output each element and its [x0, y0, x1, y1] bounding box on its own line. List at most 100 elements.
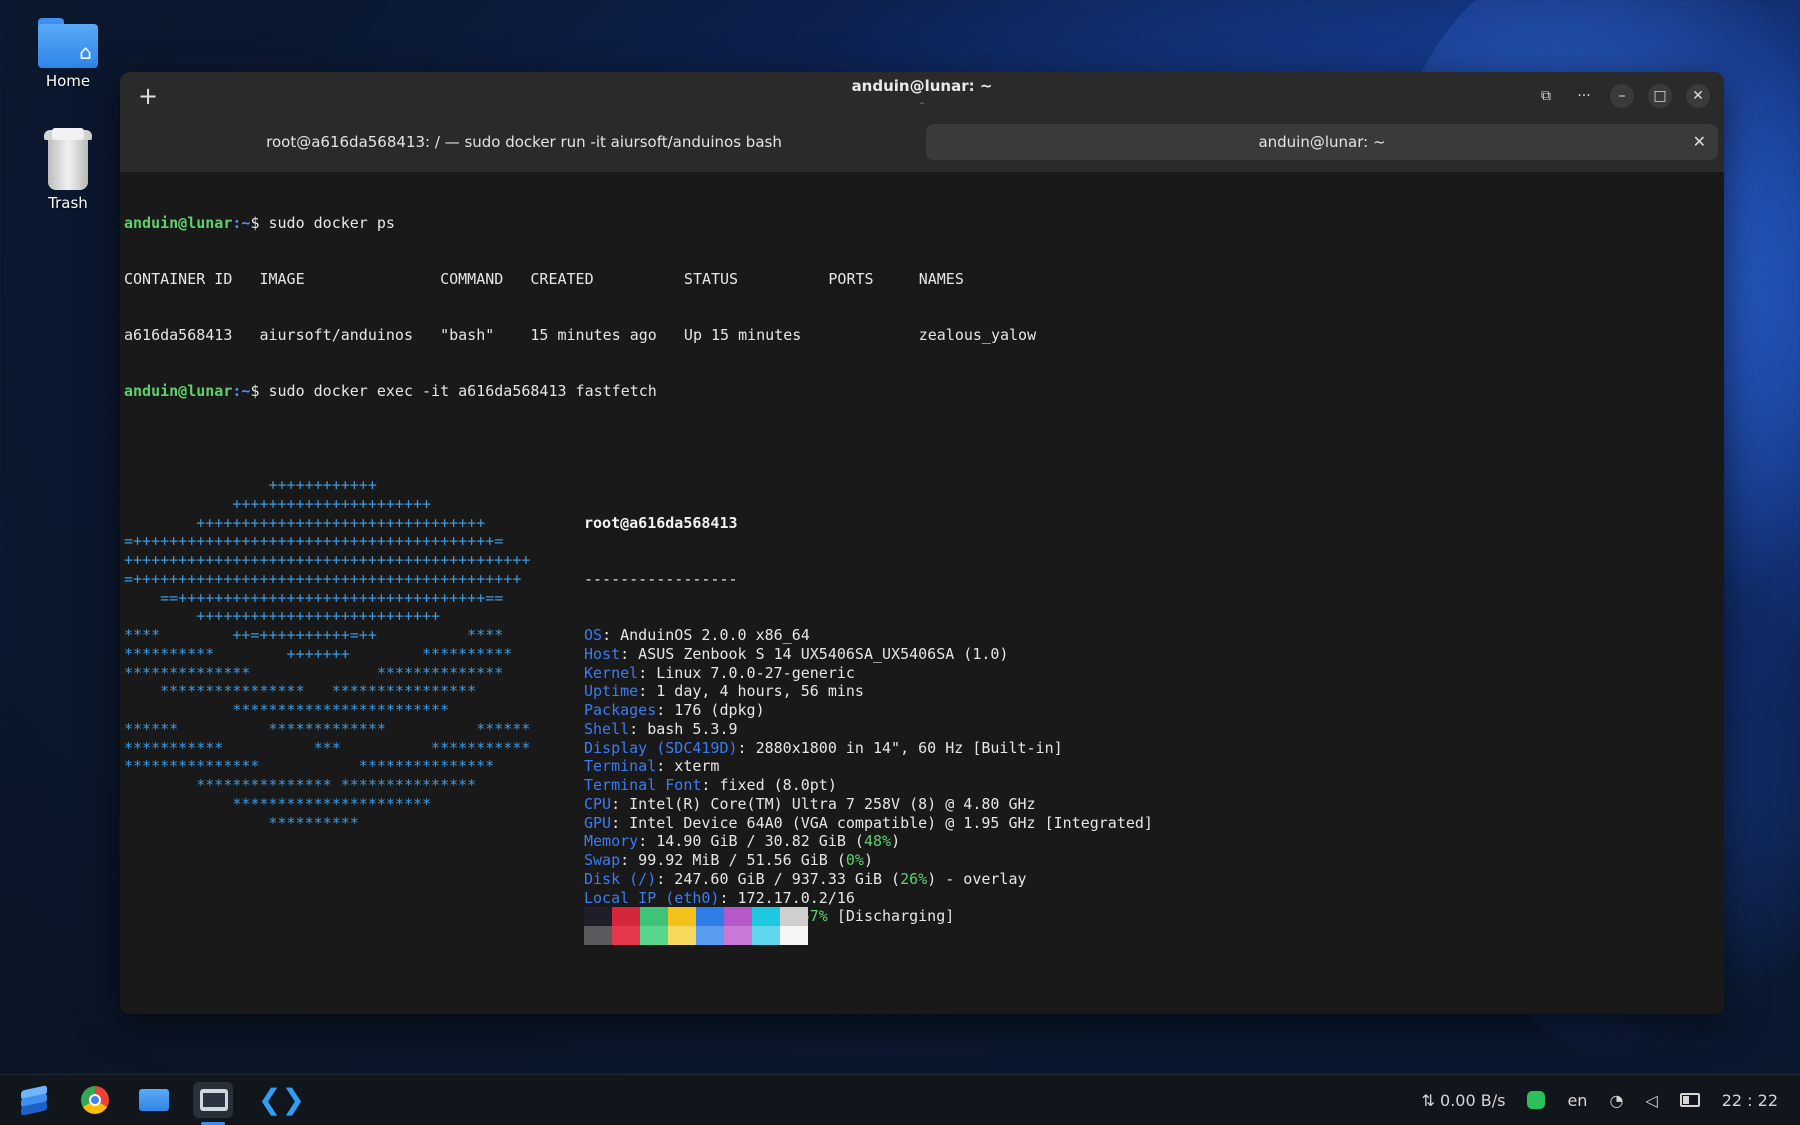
files-icon [139, 1089, 169, 1111]
info-value-pct: 0% [845, 851, 864, 869]
info-value-pct: 26% [900, 869, 928, 888]
tab-anduin-home-label: anduin@lunar: ~ [1258, 133, 1386, 151]
ascii-art-line: =+++++++++++++++++++++++++++++++++++++++… [124, 532, 504, 551]
minimize-button[interactable]: – [1610, 84, 1634, 108]
prompt-user: anduin@lunar [124, 382, 233, 401]
ascii-art-line: ************************ [124, 701, 450, 719]
fastfetch-info-row: CPU: Intel(R) Core(TM) Ultra 7 258V (8) … [584, 795, 1153, 814]
desktop-trash-icon[interactable]: Trash [23, 128, 113, 212]
color-palette [584, 907, 808, 946]
info-key: Kernel [584, 663, 639, 682]
info-value-post: ) - overlay [927, 869, 1027, 888]
info-key: Swap [584, 851, 621, 869]
info-value-pre: : 99.92 MiB / 51.56 GiB ( [620, 851, 846, 869]
ascii-art-line: ++++++++++++++++++++++++++++++++++++++++… [124, 551, 531, 569]
fastfetch-ascii-art: ++++++++++++ ++++++++++++++++++++++ ++++… [124, 476, 530, 832]
terminal-line-cmd1: anduin@lunar:~$ sudo docker ps [124, 214, 1720, 233]
ascii-art-line: **** ++=++++++++++=++ **** [124, 626, 504, 644]
app-launcher-icon [21, 1085, 47, 1116]
clock[interactable]: 22 : 22 [1722, 1091, 1778, 1110]
fastfetch-block: ++++++++++++ ++++++++++++++++++++++ ++++… [124, 476, 1720, 944]
terminal-window: + anduin@lunar: ~ – ⧉ ··· – □ ✕ root@a61… [120, 72, 1724, 1014]
info-key: Memory [584, 832, 639, 851]
prompt-path: :~ [232, 382, 251, 401]
trash-bin-icon [44, 128, 92, 190]
prompt-user: anduin@lunar [124, 213, 233, 232]
palette-swatch [640, 907, 668, 927]
taskbar-app-launcher[interactable] [13, 1082, 53, 1118]
info-key: Disk (/) [584, 869, 657, 888]
desktop-trash-label: Trash [48, 194, 88, 212]
fastfetch-info-row: Display (SDC419D): 2880x1800 in 14", 60 … [584, 739, 1153, 758]
palette-swatch [668, 907, 696, 927]
desktop-home-label: Home [45, 72, 91, 90]
volume-icon[interactable]: ◁ [1645, 1091, 1657, 1110]
info-value: : Intel Device 64A0 (VGA compatible) @ 1… [611, 813, 1153, 832]
info-value: : xterm [656, 757, 720, 776]
ascii-art-line: ++++++++++++++++++++++ [124, 494, 432, 513]
fastfetch-info-row: Memory: 14.90 GiB / 30.82 GiB (48%) [584, 832, 1153, 851]
tab-docker-run-label: root@a616da568413: / — sudo docker run -… [266, 133, 782, 151]
ascii-art-line: ==++++++++++++++++++++++++++++++++++== [124, 588, 504, 607]
ascii-art-line: *********** *** *********** [124, 738, 531, 757]
palette-swatch [752, 926, 780, 946]
palette-swatch [724, 926, 752, 946]
wifi-icon[interactable]: ◔ [1609, 1091, 1623, 1110]
ascii-art-line: ********** [124, 813, 359, 832]
info-key: Display (SDC419D) [584, 738, 738, 757]
palette-swatch [612, 926, 640, 946]
palette-swatch [584, 926, 612, 946]
ascii-art-line: **************** **************** [124, 682, 477, 701]
ascii-art-line: *************** *************** [124, 757, 495, 776]
info-value: : 2880x1800 in 14", 60 Hz [Built-in] [737, 738, 1063, 757]
close-button[interactable]: ✕ [1686, 84, 1710, 108]
info-value: : AnduinOS 2.0.0 x86_64 [602, 626, 810, 644]
fastfetch-info-row: Swap: 99.92 MiB / 51.56 GiB (0%) [584, 851, 1153, 870]
palette-swatch [696, 907, 724, 927]
ascii-art-line: ********** +++++++ ********** [124, 644, 513, 663]
info-value: : Linux 7.0.0-27-generic [638, 663, 855, 682]
palette-swatch [780, 907, 808, 927]
keyboard-language[interactable]: en [1567, 1091, 1587, 1110]
wechat-tray-icon[interactable] [1527, 1091, 1546, 1109]
layout-grid-icon[interactable]: ⧉ [1534, 84, 1558, 108]
terminal-output[interactable]: anduin@lunar:~$ sudo docker ps CONTAINER… [120, 172, 1724, 1014]
ascii-art-line: ++++++++++++ [124, 476, 377, 494]
fastfetch-info-row: Terminal: xterm [584, 757, 1153, 776]
command-fastfetch: sudo docker exec -it a616da568413 fastfe… [268, 382, 657, 401]
window-title: anduin@lunar: ~ [851, 77, 993, 95]
desktop-home-icon[interactable]: ⌂ Home [23, 18, 113, 90]
tab-anduin-home[interactable]: anduin@lunar: ~ ✕ [926, 124, 1718, 160]
taskbar-chrome[interactable] [75, 1082, 115, 1118]
more-options-icon[interactable]: ··· [1572, 84, 1596, 108]
palette-swatch [668, 926, 696, 946]
maximize-button[interactable]: □ [1648, 84, 1672, 108]
prompt-symbol: $ [250, 382, 269, 401]
prompt-symbol: $ [250, 213, 269, 232]
tab-close-icon[interactable]: ✕ [1693, 124, 1706, 160]
info-key: Terminal Font [584, 776, 702, 794]
info-value: : 172.17.0.2/16 [719, 888, 855, 907]
ascii-art-line: ****** ************* ****** [124, 719, 531, 738]
palette-swatch [696, 926, 724, 946]
info-key: Shell [584, 719, 630, 738]
palette-swatch [752, 907, 780, 927]
palette-swatch [640, 926, 668, 946]
fastfetch-info-row: GPU: Intel Device 64A0 (VGA compatible) … [584, 814, 1153, 833]
fastfetch-info-row: Uptime: 1 day, 4 hours, 56 mins [584, 682, 1153, 701]
info-value-pct: 48% [863, 832, 892, 851]
taskbar-terminal[interactable] [193, 1082, 233, 1125]
taskbar-vscode[interactable]: ❮❯ [250, 1082, 305, 1118]
info-value: : bash 5.3.9 [629, 719, 738, 738]
window-titlebar[interactable]: + anduin@lunar: ~ – ⧉ ··· – □ ✕ [120, 72, 1724, 122]
chrome-icon [81, 1086, 109, 1114]
info-key: OS [584, 626, 603, 644]
palette-swatch [584, 907, 612, 927]
system-tray: ⇅ 0.00 B/s en ◔ ◁ 22 : 22 [1422, 1075, 1800, 1125]
tab-docker-run[interactable]: root@a616da568413: / — sudo docker run -… [124, 124, 924, 160]
docker-ps-row: a616da568413 aiursoft/anduinos "bash" 15… [124, 326, 1037, 344]
taskbar-files[interactable] [133, 1082, 173, 1118]
battery-icon[interactable] [1679, 1093, 1700, 1107]
ascii-art-line: =+++++++++++++++++++++++++++++++++++++++… [124, 569, 522, 588]
network-speed[interactable]: ⇅ 0.00 B/s [1422, 1091, 1506, 1110]
